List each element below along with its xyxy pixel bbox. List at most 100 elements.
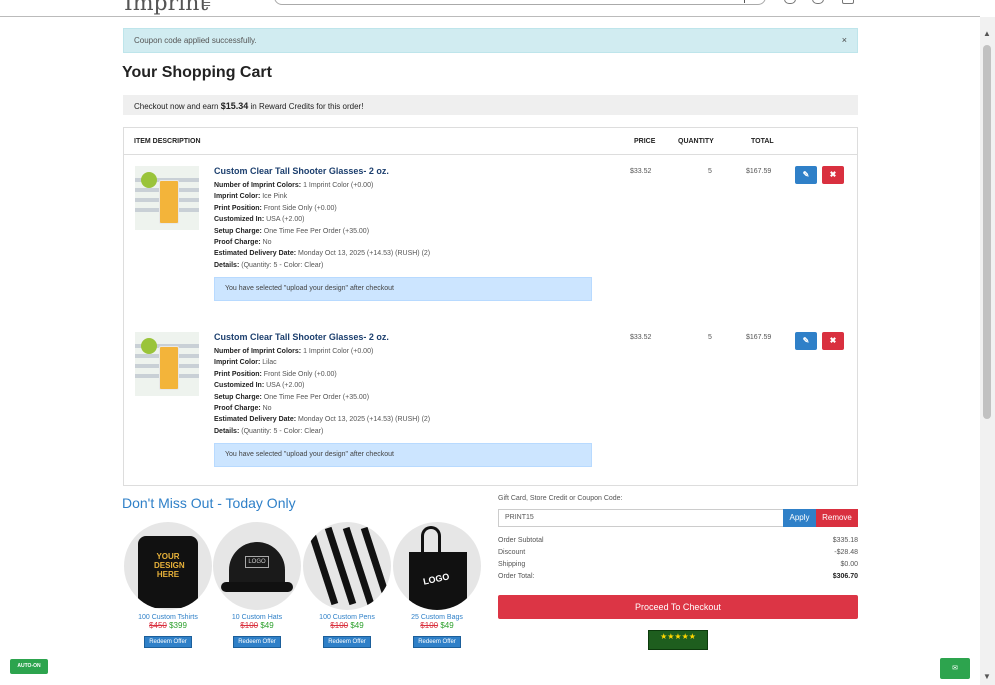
search-input[interactable] [274, 0, 766, 5]
option-row: Details: (Quantity: 5 - Color: Clear) [214, 261, 324, 269]
scroll-up-icon[interactable]: ▲ [983, 29, 991, 38]
cart-icon[interactable] [842, 0, 854, 4]
col-description: ITEM DESCRIPTION [134, 138, 201, 145]
proceed-to-checkout-button[interactable]: Proceed To Checkout [498, 595, 858, 619]
chat-icon: ✉ [952, 665, 958, 672]
scroll-down-icon[interactable]: ▼ [983, 672, 991, 681]
offer-name[interactable]: 100 Custom Tshirts [123, 614, 213, 621]
product-title[interactable]: Custom Clear Tall Shooter Glasses- 2 oz. [214, 332, 389, 342]
upload-note: You have selected "upload your design" a… [214, 443, 592, 467]
product-image[interactable] [135, 332, 199, 396]
option-row: Customized In: USA (+2.00) [214, 382, 305, 390]
product-options: Number of Imprint Colors: 1 Imprint Colo… [214, 180, 430, 271]
offer-prices: $100 $49 [330, 621, 364, 630]
option-row: Customized In: USA (+2.00) [214, 216, 305, 224]
edit-button[interactable]: ✎ [795, 166, 817, 184]
apply-button[interactable]: Apply [783, 509, 816, 527]
option-row: Print Position: Front Side Only (+0.00) [214, 204, 337, 212]
item-quantity[interactable]: 5 [708, 168, 712, 175]
option-row: Details: (Quantity: 5 - Color: Clear) [214, 427, 324, 435]
offers-title: Don't Miss Out - Today Only [122, 495, 296, 511]
delete-button[interactable]: ✖ [822, 332, 844, 350]
pens-image[interactable] [303, 522, 391, 610]
pencil-icon: ✎ [802, 336, 810, 345]
stars-icon: ★★★★★ [660, 632, 696, 641]
item-price: $33.52 [630, 168, 652, 175]
site-logo[interactable]: Imprint [124, 0, 208, 16]
edit-button[interactable]: ✎ [795, 332, 817, 350]
trust-badge[interactable]: ★★★★★ [648, 630, 708, 650]
summary-total: Order Total: $306.70 [498, 573, 858, 580]
upload-note: You have selected "upload your design" a… [214, 277, 592, 301]
summary-shipping: Shipping $0.00 [498, 561, 858, 568]
summary-discount: Discount -$28.48 [498, 549, 858, 556]
option-row: Imprint Color: Lilac [214, 359, 277, 367]
item-total: $167.59 [746, 168, 772, 175]
cart-item: Custom Clear Tall Shooter Glasses- 2 oz.… [124, 156, 857, 316]
cart-header-row: ITEM DESCRIPTION PRICE QUANTITY TOTAL [124, 128, 857, 155]
option-row: Setup Charge: One Time Fee Per Order (+3… [214, 393, 370, 401]
auto-on-badge[interactable]: AUTO-ON [10, 659, 48, 674]
option-row: Proof Charge: No [214, 405, 272, 413]
item-quantity[interactable]: 5 [708, 334, 712, 341]
offer-card: LOGO 10 Custom Hats $100 $49 Redeem Offe… [212, 522, 302, 648]
reward-prefix: Checkout now and earn [134, 102, 221, 111]
offer-card: LOGO 25 Custom Bags $100 $49 Redeem Offe… [392, 522, 482, 648]
product-title[interactable]: Custom Clear Tall Shooter Glasses- 2 oz. [214, 166, 389, 176]
x-icon: ✖ [829, 336, 837, 345]
reward-suffix: in Reward Credits for this order! [248, 102, 364, 111]
hat-image[interactable]: LOGO [213, 522, 301, 610]
cart-table: ITEM DESCRIPTION PRICE QUANTITY TOTAL Cu… [123, 127, 858, 486]
col-price: PRICE [634, 138, 656, 145]
offer-name[interactable]: 25 Custom Bags [392, 614, 482, 621]
option-row: Estimated Delivery Date: Monday Oct 13, … [214, 416, 431, 424]
bag-image[interactable]: LOGO [393, 522, 481, 610]
coupon-alert: Coupon code applied successfully. × [123, 28, 858, 53]
help-icon[interactable] [812, 0, 824, 4]
scrollbar-thumb[interactable] [983, 45, 991, 419]
alert-message: Coupon code applied successfully. [134, 36, 257, 45]
account-icon[interactable] [784, 0, 796, 4]
summary-subtotal: Order Subtotal $335.18 [498, 537, 858, 544]
col-total: TOTAL [751, 138, 774, 145]
offer-card: 100 Custom Pens $100 $49 Redeem Offer [302, 522, 392, 648]
option-row: Number of Imprint Colors: 1 Imprint Colo… [214, 182, 374, 189]
offer-prices: $100 $49 [240, 621, 274, 630]
redeem-offer-button[interactable]: Redeem Offer [323, 636, 371, 648]
product-image[interactable] [135, 166, 199, 230]
offer-name[interactable]: 10 Custom Hats [212, 614, 302, 621]
option-row: Print Position: Front Side Only (+0.00) [214, 370, 337, 378]
top-header: Imprint ☰ [0, 0, 980, 17]
option-row: Proof Charge: No [214, 239, 272, 247]
delete-button[interactable]: ✖ [822, 166, 844, 184]
col-quantity: QUANTITY [678, 138, 714, 145]
page-title: Your Shopping Cart [122, 64, 272, 81]
option-row: Setup Charge: One Time Fee Per Order (+3… [214, 227, 370, 235]
product-options: Number of Imprint Colors: 1 Imprint Colo… [214, 346, 430, 437]
redeem-offer-button[interactable]: Redeem Offer [413, 636, 461, 648]
pencil-icon: ✎ [802, 170, 810, 179]
offer-prices: $450 $399 [149, 621, 187, 630]
chat-button[interactable]: ✉ [940, 658, 970, 679]
offer-prices: $100 $49 [420, 621, 454, 630]
coupon-code-input[interactable]: PRINT15 [498, 509, 784, 527]
text-caret [744, 0, 745, 3]
menu-icon[interactable]: ☰ [202, 0, 215, 9]
redeem-offer-button[interactable]: Redeem Offer [144, 636, 192, 648]
tshirt-image[interactable]: YOUR DESIGN HERE [124, 522, 212, 610]
offer-name[interactable]: 100 Custom Pens [302, 614, 392, 621]
giftcard-label: Gift Card, Store Credit or Coupon Code: [498, 495, 623, 502]
redeem-offer-button[interactable]: Redeem Offer [233, 636, 281, 648]
option-row: Estimated Delivery Date: Monday Oct 13, … [214, 250, 431, 258]
item-price: $33.52 [630, 334, 652, 341]
offer-card: YOUR DESIGN HERE 100 Custom Tshirts $450… [123, 522, 213, 648]
option-row: Number of Imprint Colors: 1 Imprint Colo… [214, 348, 374, 355]
reward-banner: Checkout now and earn $15.34 in Reward C… [123, 95, 858, 115]
reward-amount: $15.34 [220, 101, 249, 111]
option-row: Imprint Color: Ice Pink [214, 193, 288, 201]
close-icon[interactable]: × [842, 35, 847, 45]
page-scrollbar[interactable]: ▲ ▼ [980, 17, 995, 685]
item-total: $167.59 [746, 334, 772, 341]
cart-item: Custom Clear Tall Shooter Glasses- 2 oz.… [124, 322, 857, 482]
remove-button[interactable]: Remove [816, 509, 858, 527]
